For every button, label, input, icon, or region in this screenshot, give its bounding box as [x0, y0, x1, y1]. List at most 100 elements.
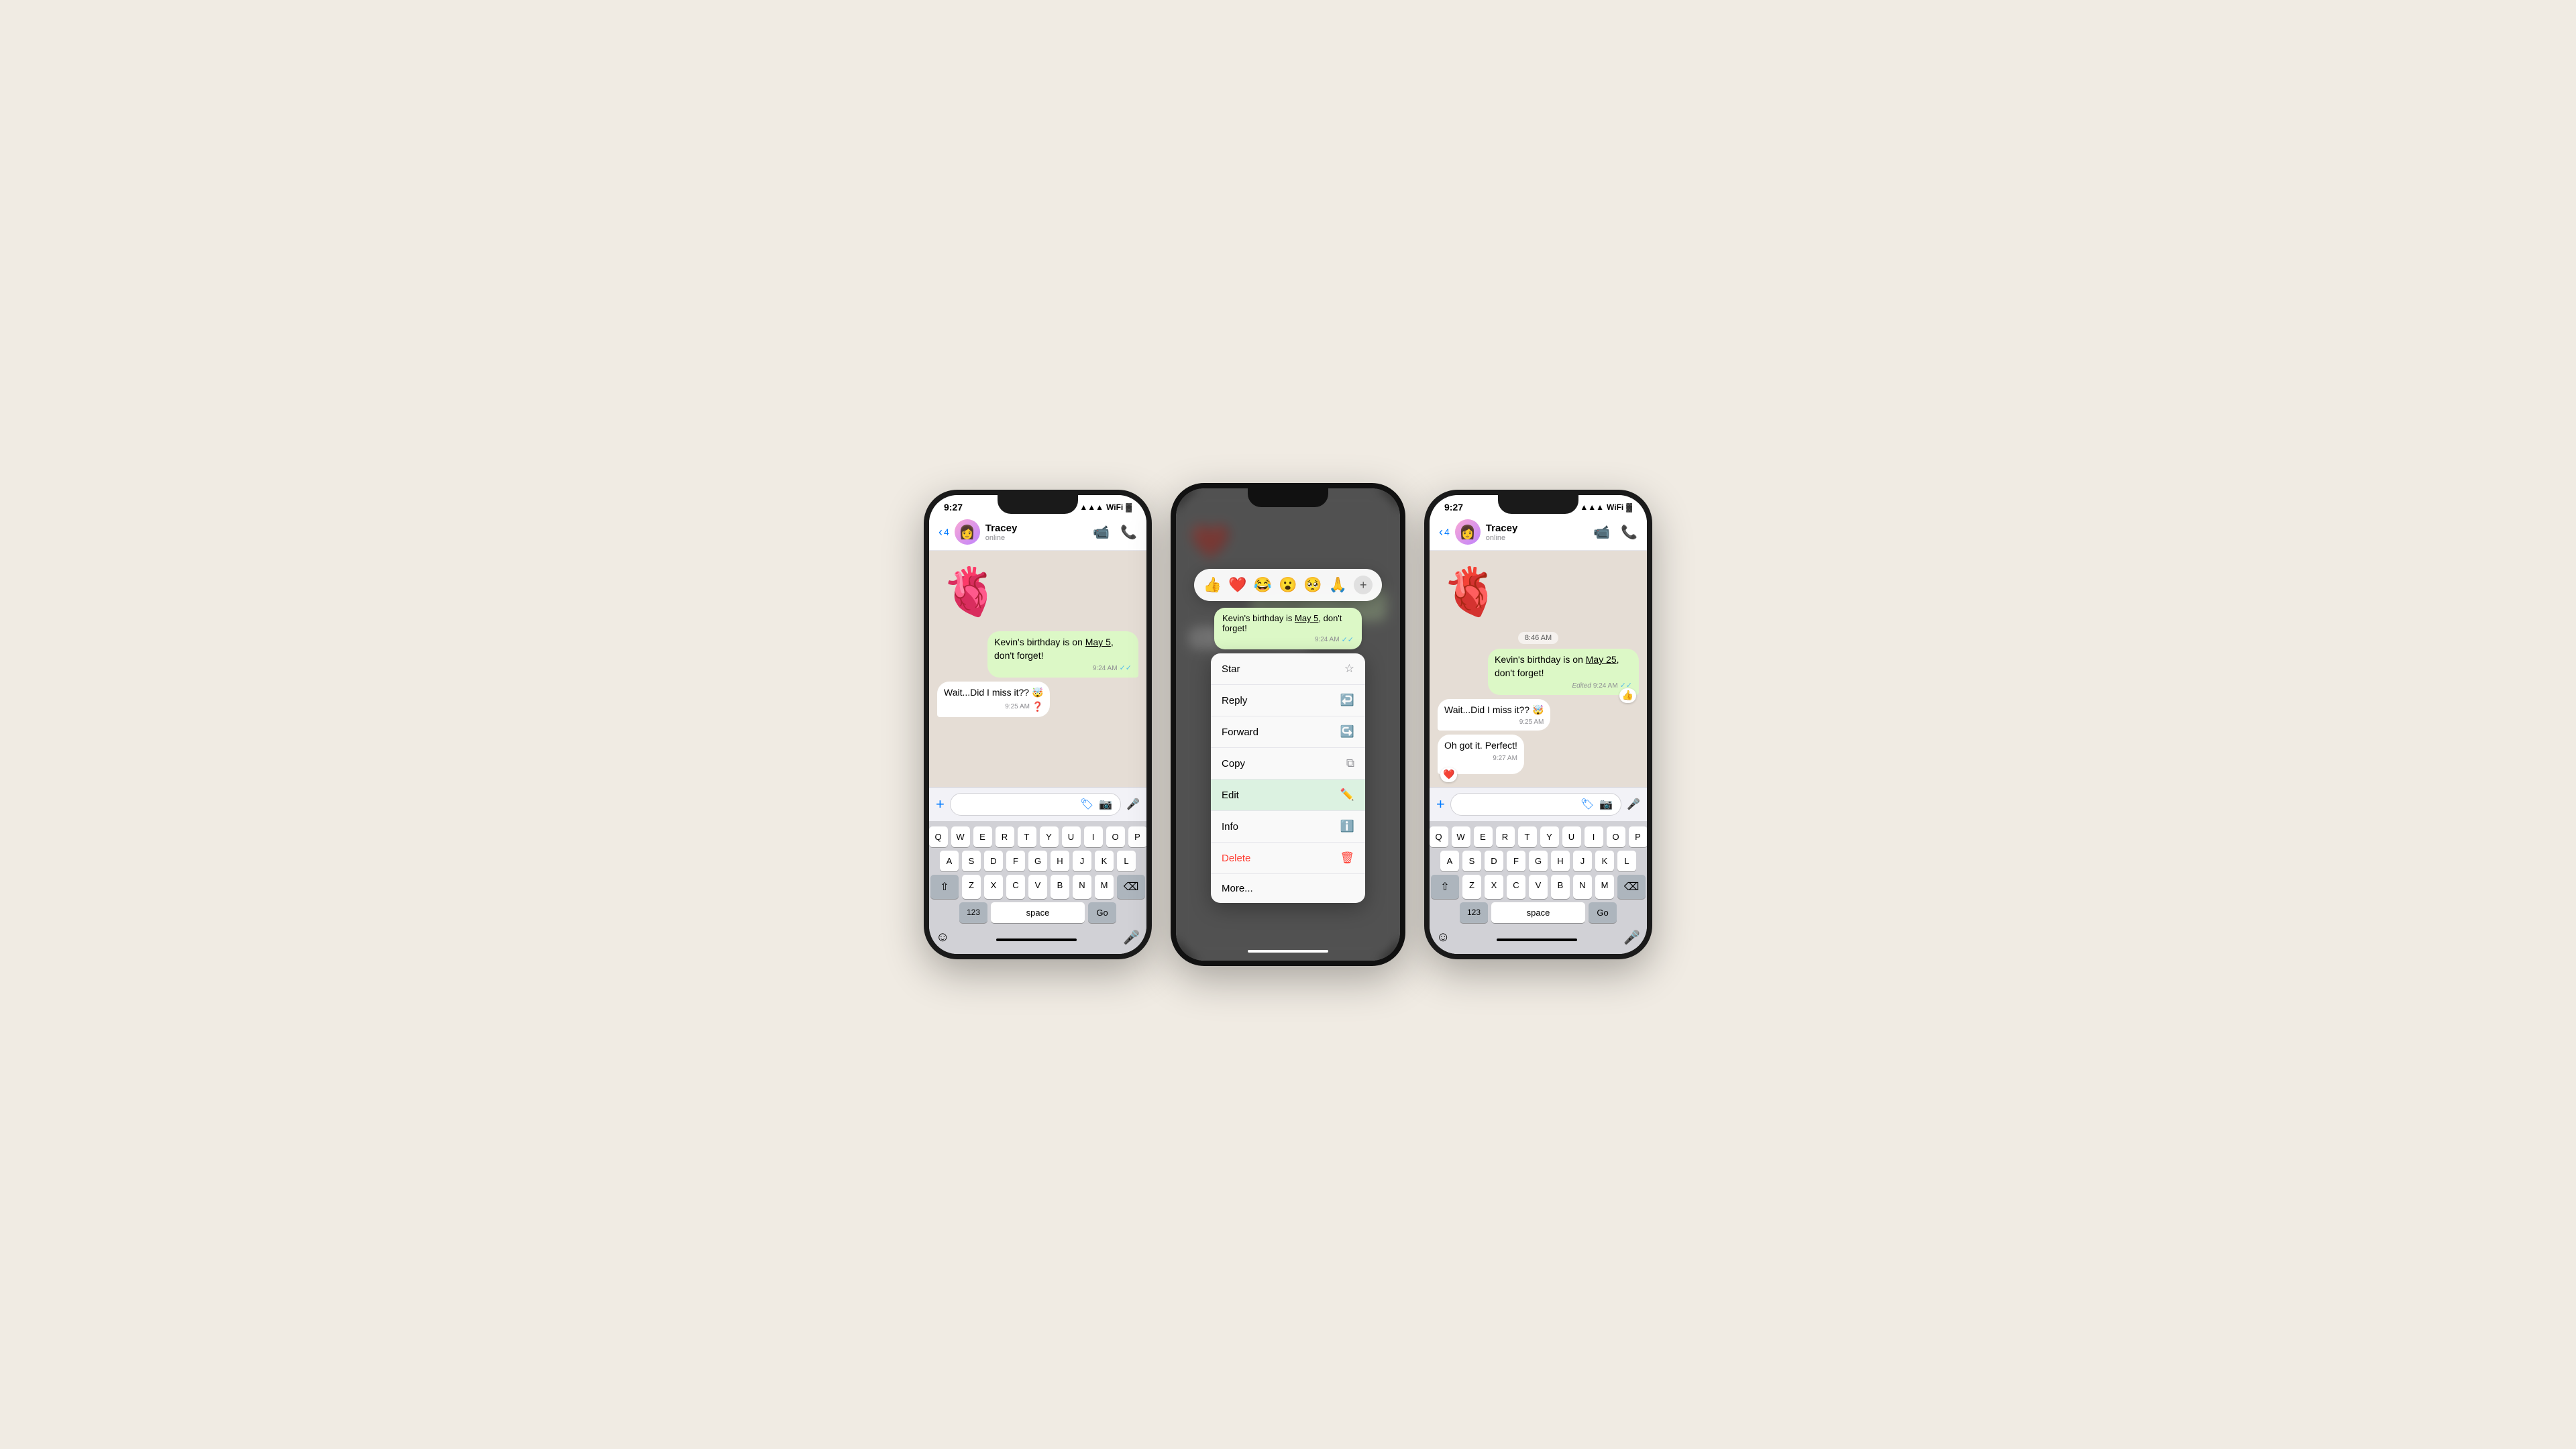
context-menu-edit[interactable]: Edit ✏️ [1211, 780, 1365, 811]
shift-key-left[interactable]: ⇧ [930, 875, 959, 899]
delete-key-left[interactable]: ⌫ [1117, 875, 1145, 899]
video-call-button-left[interactable]: 📹 [1093, 524, 1110, 541]
key-t-right[interactable]: T [1518, 826, 1537, 847]
more-reactions-button[interactable]: + [1354, 576, 1373, 594]
reaction-sad[interactable]: 🥺 [1303, 576, 1322, 594]
key-e-right[interactable]: E [1474, 826, 1493, 847]
key-b-right[interactable]: B [1551, 875, 1570, 899]
key-q-right[interactable]: Q [1430, 826, 1448, 847]
key-c-left[interactable]: C [1006, 875, 1025, 899]
key-k-right[interactable]: K [1595, 851, 1614, 871]
key-g-left[interactable]: G [1028, 851, 1047, 871]
go-key-left[interactable]: Go [1088, 902, 1116, 923]
key-e-left[interactable]: E [973, 826, 992, 847]
back-button-right[interactable]: ‹ 4 [1439, 525, 1450, 539]
key-x-left[interactable]: X [984, 875, 1003, 899]
context-menu-copy[interactable]: Copy ⧉ [1211, 748, 1365, 780]
back-button-left[interactable]: ‹ 4 [938, 525, 949, 539]
mic-key-right[interactable]: 🎤 [1623, 929, 1640, 946]
context-menu-reply[interactable]: Reply ↩️ [1211, 685, 1365, 716]
mic-button-right[interactable]: 🎤 [1627, 798, 1640, 811]
key-a-left[interactable]: A [940, 851, 959, 871]
video-call-button-right[interactable]: 📹 [1593, 524, 1610, 541]
key-u-right[interactable]: U [1562, 826, 1581, 847]
reaction-thumbsup[interactable]: 👍 [1203, 576, 1222, 594]
key-a-right[interactable]: A [1440, 851, 1459, 871]
space-key-right[interactable]: space [1491, 902, 1585, 923]
num-key-right[interactable]: 123 [1460, 902, 1488, 923]
delete-key-right[interactable]: ⌫ [1617, 875, 1646, 899]
key-l-right[interactable]: L [1617, 851, 1636, 871]
key-z-left[interactable]: Z [962, 875, 981, 899]
key-q-left[interactable]: Q [929, 826, 948, 847]
key-v-left[interactable]: V [1028, 875, 1047, 899]
reaction-heart[interactable]: ❤️ [1228, 576, 1246, 594]
plus-button-left[interactable]: + [936, 796, 945, 813]
shift-key-right[interactable]: ⇧ [1431, 875, 1459, 899]
go-key-right[interactable]: Go [1589, 902, 1617, 923]
phone-button-right[interactable]: 📞 [1621, 524, 1638, 541]
key-p-left[interactable]: P [1128, 826, 1147, 847]
emoji-key-right[interactable]: ☺ [1436, 930, 1450, 945]
key-s-left[interactable]: S [962, 851, 981, 871]
key-b-left[interactable]: B [1051, 875, 1069, 899]
right-phone: 9:27 ▲▲▲ WiFi ▓ ‹ 4 👩 Tracey online 📹 📞 [1424, 490, 1652, 959]
camera-input-icon-right[interactable]: 📷 [1599, 798, 1613, 811]
mic-button-left[interactable]: 🎤 [1126, 798, 1140, 811]
sticker-input-icon-right[interactable]: 🏷 [1580, 798, 1594, 811]
key-f-left[interactable]: F [1006, 851, 1025, 871]
mic-key-left[interactable]: 🎤 [1123, 929, 1140, 946]
key-w-left[interactable]: W [951, 826, 970, 847]
key-g-right[interactable]: G [1529, 851, 1548, 871]
phone-button-left[interactable]: 📞 [1120, 524, 1137, 541]
time-badge-right: 8:46 AM [1438, 631, 1639, 643]
key-v-right[interactable]: V [1529, 875, 1548, 899]
camera-input-icon-left[interactable]: 📷 [1099, 798, 1112, 811]
input-field-left[interactable]: 🏷 📷 [950, 793, 1121, 816]
context-menu-forward[interactable]: Forward ↪️ [1211, 716, 1365, 748]
space-key-left[interactable]: space [991, 902, 1085, 923]
key-w-right[interactable]: W [1452, 826, 1470, 847]
key-z-right[interactable]: Z [1462, 875, 1481, 899]
key-j-left[interactable]: J [1073, 851, 1091, 871]
key-c-right[interactable]: C [1507, 875, 1525, 899]
key-m-right[interactable]: M [1595, 875, 1614, 899]
key-i-right[interactable]: I [1585, 826, 1603, 847]
reaction-laugh[interactable]: 😂 [1254, 576, 1272, 594]
key-u-left[interactable]: U [1062, 826, 1081, 847]
key-i-left[interactable]: I [1084, 826, 1103, 847]
key-t-left[interactable]: T [1018, 826, 1036, 847]
reaction-wow[interactable]: 😮 [1279, 576, 1297, 594]
key-x-right[interactable]: X [1485, 875, 1503, 899]
key-o-left[interactable]: O [1106, 826, 1125, 847]
key-f-right[interactable]: F [1507, 851, 1525, 871]
key-n-left[interactable]: N [1073, 875, 1091, 899]
emoji-key-left[interactable]: ☺ [936, 930, 949, 945]
key-k-left[interactable]: K [1095, 851, 1114, 871]
edited-label-right: Edited [1572, 682, 1591, 691]
key-h-left[interactable]: H [1051, 851, 1069, 871]
key-h-right[interactable]: H [1551, 851, 1570, 871]
key-l-left[interactable]: L [1117, 851, 1136, 871]
key-o-right[interactable]: O [1607, 826, 1625, 847]
key-d-right[interactable]: D [1485, 851, 1503, 871]
key-j-right[interactable]: J [1573, 851, 1592, 871]
reaction-pray[interactable]: 🙏 [1329, 576, 1347, 594]
context-menu-more[interactable]: More... [1211, 874, 1365, 903]
key-r-left[interactable]: R [996, 826, 1014, 847]
context-menu-delete[interactable]: Delete 🗑 [1211, 843, 1365, 874]
key-s-right[interactable]: S [1462, 851, 1481, 871]
key-p-right[interactable]: P [1629, 826, 1648, 847]
key-y-right[interactable]: Y [1540, 826, 1559, 847]
num-key-left[interactable]: 123 [959, 902, 987, 923]
sticker-input-icon-left[interactable]: 🏷 [1080, 798, 1093, 811]
plus-button-right[interactable]: + [1436, 796, 1445, 813]
key-d-left[interactable]: D [984, 851, 1003, 871]
key-m-left[interactable]: M [1095, 875, 1114, 899]
input-field-right[interactable]: 🏷 📷 [1450, 793, 1621, 816]
key-y-left[interactable]: Y [1040, 826, 1059, 847]
key-n-right[interactable]: N [1573, 875, 1592, 899]
context-menu-star[interactable]: Star ☆ [1211, 653, 1365, 685]
context-menu-info[interactable]: Info ℹ️ [1211, 811, 1365, 843]
key-r-right[interactable]: R [1496, 826, 1515, 847]
